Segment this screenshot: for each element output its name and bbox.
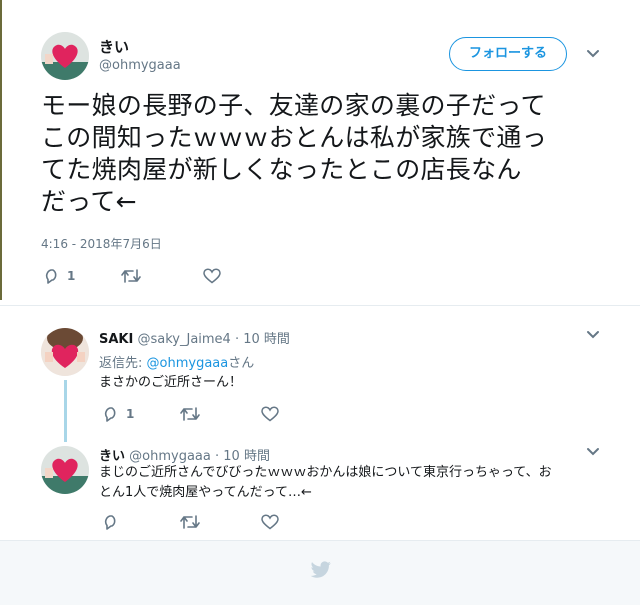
reply-text-line: まじのご近所さんでびびったｗｗｗおかんは娘について東京行っちゃって、お [99,465,552,480]
tweet-text-line: だって← [41,187,137,216]
tweet-text: モー娘の長野の子、友達の家の裏の子だって この間知ったｗｗｗおとんは私が家族で通… [41,90,601,218]
separator: · [234,332,240,347]
separator: · [215,449,220,464]
retweet-icon [180,515,200,529]
heart-icon [261,514,279,530]
reply-action[interactable]: 1 [102,406,134,422]
display-name[interactable]: きい [99,36,129,57]
avatar[interactable] [41,328,89,376]
tweet-text-line: てた焼肉屋が新しくなったとこの店長なん [41,155,522,184]
avatar[interactable] [41,446,89,494]
reply-header: きい @ohmygaaa · 10 時間 [99,445,270,464]
reply-to-mention[interactable]: @ohmygaaa [147,356,229,371]
main-tweet: きい @ohmygaaa フォローする モー娘の長野の子、友達の家の裏の子だって… [0,0,640,306]
reply-icon [104,407,116,422]
reply-time[interactable]: 10 時間 [243,332,290,347]
user-handle[interactable]: @saky_Jaime4 [137,332,230,347]
reply-icon [104,515,116,530]
reply-to-suffix: さん [228,356,255,371]
twitter-bird-icon[interactable] [310,561,332,579]
retweet-action[interactable] [180,406,200,422]
reply-header: SAKI @saky_Jaime4 · 10 時間 [99,328,290,347]
heart-icon [261,406,279,422]
retweet-action[interactable] [180,514,200,530]
like-action[interactable] [261,514,279,530]
reply-text: まさかのご近所さーん！ [99,375,243,390]
heart-icon [203,268,221,284]
tweet-text-line: この間知ったｗｗｗおとんは私が家族で通っ [41,123,548,152]
chevron-down-icon[interactable] [586,49,600,59]
retweet-action[interactable] [121,268,141,284]
reply-time[interactable]: 10 時間 [223,449,270,464]
reply-text: まじのご近所さんでびびったｗｗｗおかんは娘について東京行っちゃって、お とん1人… [99,463,619,503]
reply-to-context: 返信先: @ohmygaaaさん [99,352,254,371]
reply-icon [45,269,57,284]
retweet-icon [121,269,141,283]
reply-count: 1 [67,269,76,283]
tweet-timestamp[interactable]: 4:16 - 2018年7月6日 [41,235,162,252]
user-handle[interactable]: @ohmygaaa [99,58,181,73]
reply-action[interactable] [102,514,120,530]
like-action[interactable] [261,406,279,422]
user-handle[interactable]: @ohmygaaa [129,449,211,464]
chevron-down-icon[interactable] [586,330,600,340]
display-name[interactable]: きい [99,449,125,464]
follow-button[interactable]: フォローする [449,37,567,71]
reply-text-line: とん1人で焼肉屋やってんだって…← [99,485,312,500]
reply-count: 1 [126,407,135,421]
like-action[interactable] [203,268,221,284]
embed-footer [0,540,640,605]
retweet-icon [180,407,200,421]
reply-action[interactable]: 1 [43,268,75,284]
thread-connector [64,380,67,442]
avatar[interactable] [41,32,89,80]
chevron-down-icon[interactable] [586,447,600,457]
tweet-text-line: モー娘の長野の子、友達の家の裏の子だって [41,91,546,120]
display-name[interactable]: SAKI [99,332,133,347]
reply-to-label: 返信先: [99,356,143,371]
